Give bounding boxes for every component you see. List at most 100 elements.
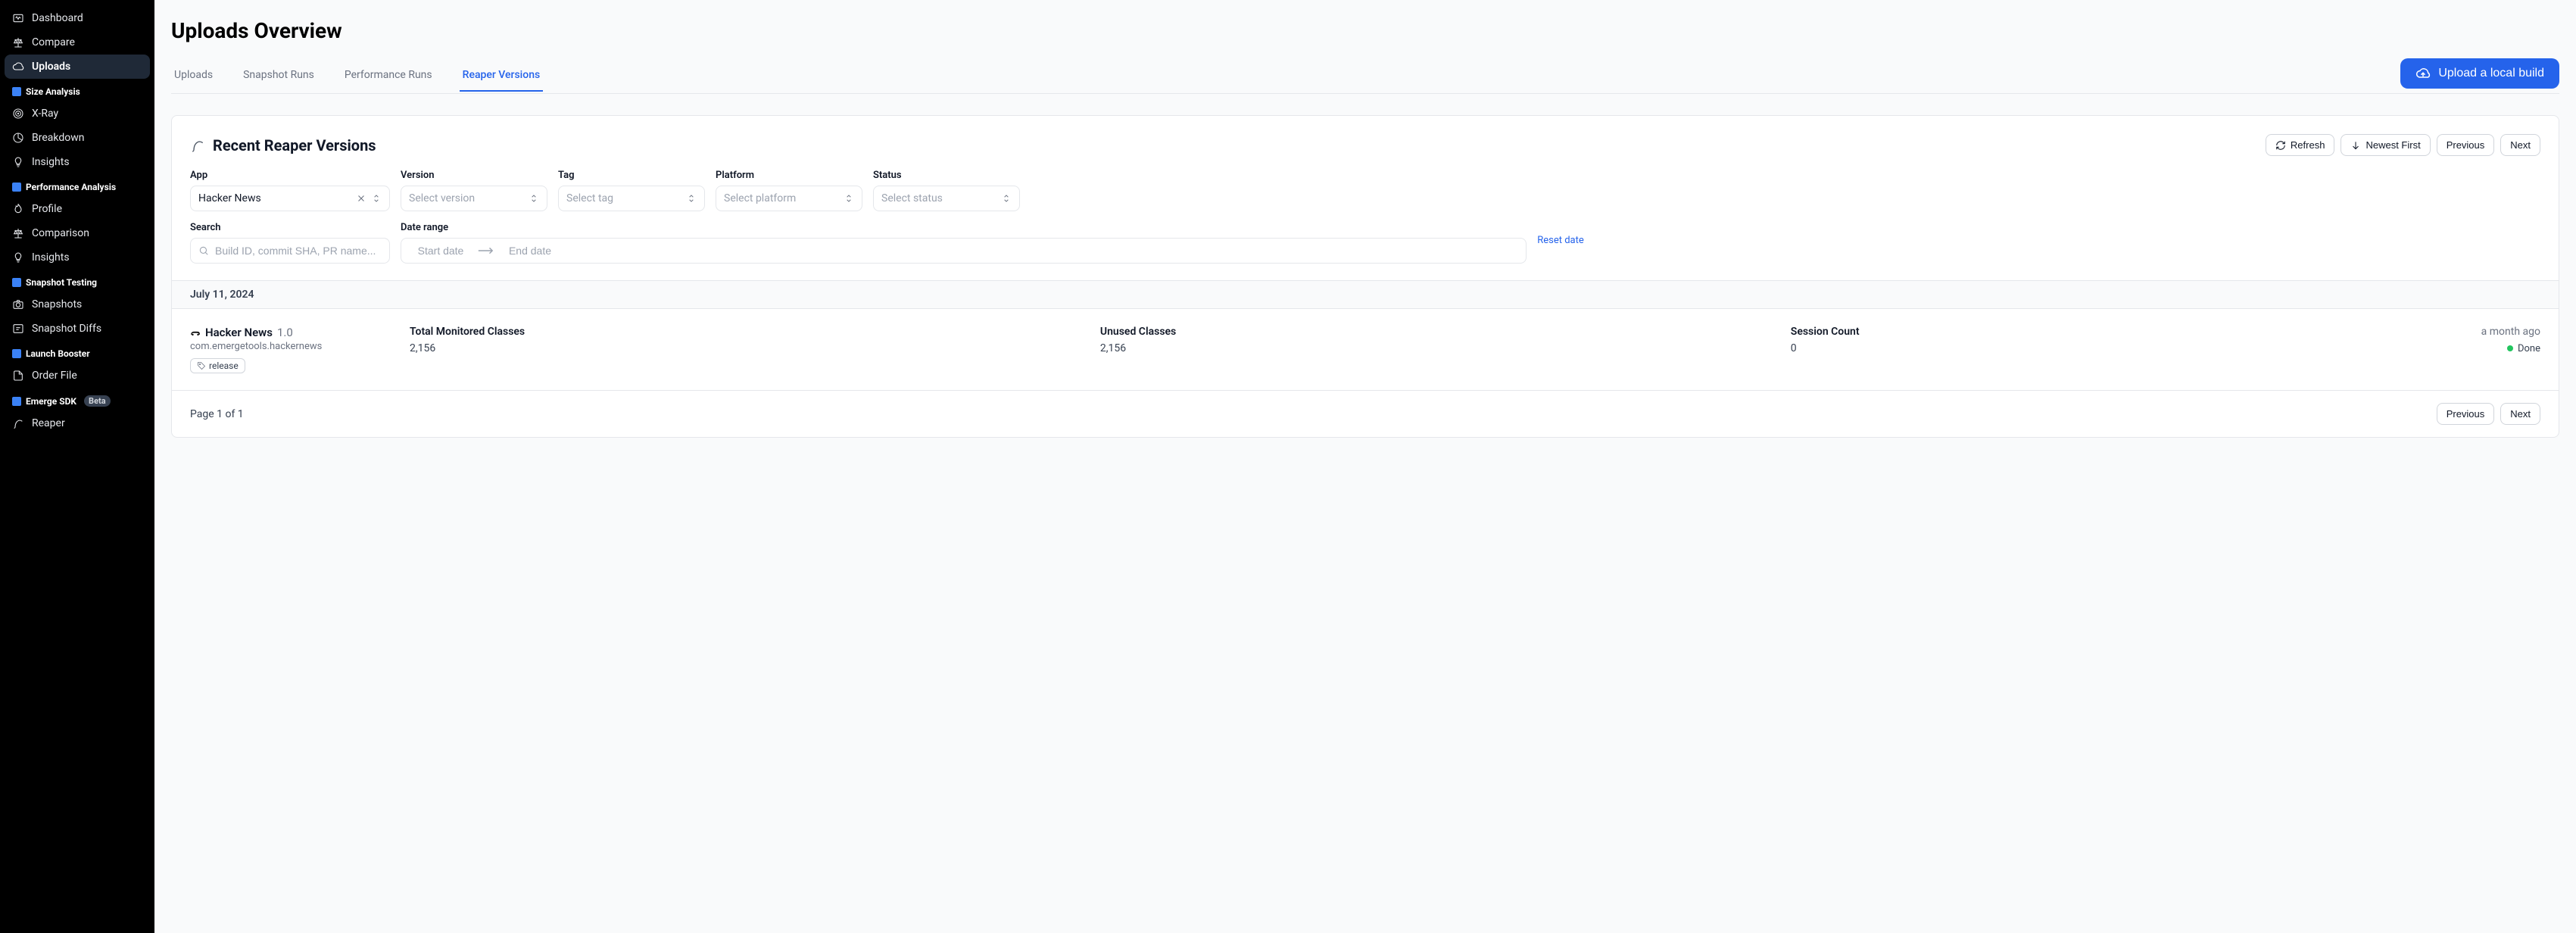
sidebar-item-insights[interactable]: Insights [5,245,150,270]
row-status: Done [2507,343,2540,354]
sidebar-item-label: Comparison [32,227,89,239]
sort-button[interactable]: Newest First [2341,134,2430,156]
sidebar-item-insights[interactable]: Insights [5,150,150,174]
chevron-up-down-icon [371,193,382,204]
sidebar-item-snapshots[interactable]: Snapshots [5,292,150,317]
app-select[interactable]: Hacker News [190,186,390,211]
tab-snapshot-runs[interactable]: Snapshot Runs [240,60,317,92]
cloud-icon [12,61,24,73]
section-title: Emerge SDK [26,396,76,407]
previous-button-bottom[interactable]: Previous [2437,403,2495,425]
next-button-top[interactable]: Next [2500,134,2540,156]
filter-version-label: Version [401,170,547,181]
tab-bar: Uploads Snapshot Runs Performance Runs Reap… [171,58,2559,94]
sidebar-item-label: Insights [32,251,70,264]
start-date-input[interactable] [410,245,471,257]
platform-select[interactable]: Select platform [716,186,862,211]
sidebar-section-size-analysis: Size Analysis [5,79,150,101]
diff-icon [12,323,24,335]
chevron-up-down-icon [529,193,539,204]
sidebar-item-label: Snapshots [32,298,82,310]
bulb-icon [12,251,24,264]
upload-local-build-button[interactable]: Upload a local build [2400,58,2559,89]
row-monitored: Total Monitored Classes 2,156 [410,326,1100,354]
tag-placeholder: Select tag [566,192,613,204]
section-title: Size Analysis [26,86,80,97]
sidebar-item-label: Profile [32,203,62,215]
sidebar-item-label: Uploads [32,61,70,73]
sidebar-item-reaper[interactable]: Reaper [5,411,150,435]
sidebar-item-uploads[interactable]: Uploads [5,55,150,79]
sidebar-item-compare[interactable]: Compare [5,30,150,55]
tag-icon [197,361,206,370]
flame-icon [12,203,24,215]
next-button-bottom[interactable]: Next [2500,403,2540,425]
sidebar: Dashboard Compare Uploads Size Analysis X-R… [0,0,154,933]
section-marker-icon [12,87,21,96]
tab-reaper-versions[interactable]: Reaper Versions [460,60,544,92]
previous-button-top[interactable]: Previous [2437,134,2495,156]
sidebar-item-x-ray[interactable]: X-Ray [5,101,150,126]
filter-app: App Hacker News [190,170,390,211]
panel-footer: Page 1 of 1 Previous Next [172,390,2559,437]
tab-uploads[interactable]: Uploads [171,60,216,92]
unused-label: Unused Classes [1100,326,1791,338]
clear-app-icon[interactable] [356,193,366,204]
section-marker-icon [12,397,21,406]
sidebar-item-label: Breakdown [32,132,84,144]
section-marker-icon [12,183,21,192]
arrow-right-icon [477,245,494,256]
chevron-up-down-icon [844,193,854,204]
arrow-down-icon [2350,140,2361,151]
main-content: Uploads Overview Uploads Snapshot Runs Per… [154,0,2576,933]
tag-select[interactable]: Select tag [558,186,705,211]
row-bundle-id: com.emergetools.hackernews [190,341,410,352]
sidebar-item-snapshot-diffs[interactable]: Snapshot Diffs [5,317,150,341]
sidebar-item-breakdown[interactable]: Breakdown [5,126,150,150]
panel-title: Recent Reaper Versions [213,136,376,154]
row-sessions: Session Count 0 [1791,326,2481,354]
sidebar-item-profile[interactable]: Profile [5,197,150,221]
end-date-input[interactable] [500,245,560,257]
recent-reaper-versions-panel: Recent Reaper Versions Refresh Newest Fi… [171,115,2559,438]
date-range-wrapper [401,238,1527,264]
filter-app-label: App [190,170,390,181]
filter-search: Search [190,222,390,264]
filter-date-range: Date range [401,222,1527,264]
tab-performance-runs[interactable]: Performance Runs [341,60,435,92]
row-app-name: Hacker News [205,326,273,339]
upload-button-label: Upload a local build [2438,67,2544,80]
search-input[interactable] [215,245,382,257]
sidebar-section-snapshot-testing: Snapshot Testing [5,270,150,292]
filter-tag-label: Tag [558,170,705,181]
filter-platform-label: Platform [716,170,862,181]
section-title: Performance Analysis [26,182,116,192]
sidebar-item-label: Dashboard [32,12,83,24]
filter-platform: Platform Select platform [716,170,862,211]
reset-date-link[interactable]: Reset date [1537,235,2540,251]
panel-actions: Refresh Newest First Previous Next [2266,134,2540,156]
status-placeholder: Select status [881,192,943,204]
filter-date-label: Date range [401,222,1527,233]
filter-tag: Tag Select tag [558,170,705,211]
refresh-label: Refresh [2291,139,2325,151]
row-status-label: Done [2518,343,2540,354]
section-title: Snapshot Testing [26,277,97,288]
refresh-button[interactable]: Refresh [2266,134,2335,156]
status-dot-icon [2507,345,2513,351]
sidebar-item-comparison[interactable]: Comparison [5,221,150,245]
status-select[interactable]: Select status [873,186,1020,211]
balance-icon [12,36,24,48]
sort-label: Newest First [2365,139,2420,151]
version-select[interactable]: Select version [401,186,547,211]
sidebar-item-dashboard[interactable]: Dashboard [5,6,150,30]
section-marker-icon [12,349,21,358]
reaper-version-row[interactable]: Hacker News 1.0 com.emergetools.hackerne… [172,309,2559,390]
pie-icon [12,132,24,144]
monitored-value: 2,156 [410,342,1100,354]
sidebar-item-order-file[interactable]: Order File [5,364,150,388]
page-title: Uploads Overview [171,18,2559,43]
filter-row-2: Search Date range Reset date [172,211,2559,280]
filter-version: Version Select version [401,170,547,211]
row-app-info: Hacker News 1.0 com.emergetools.hackerne… [190,326,410,373]
